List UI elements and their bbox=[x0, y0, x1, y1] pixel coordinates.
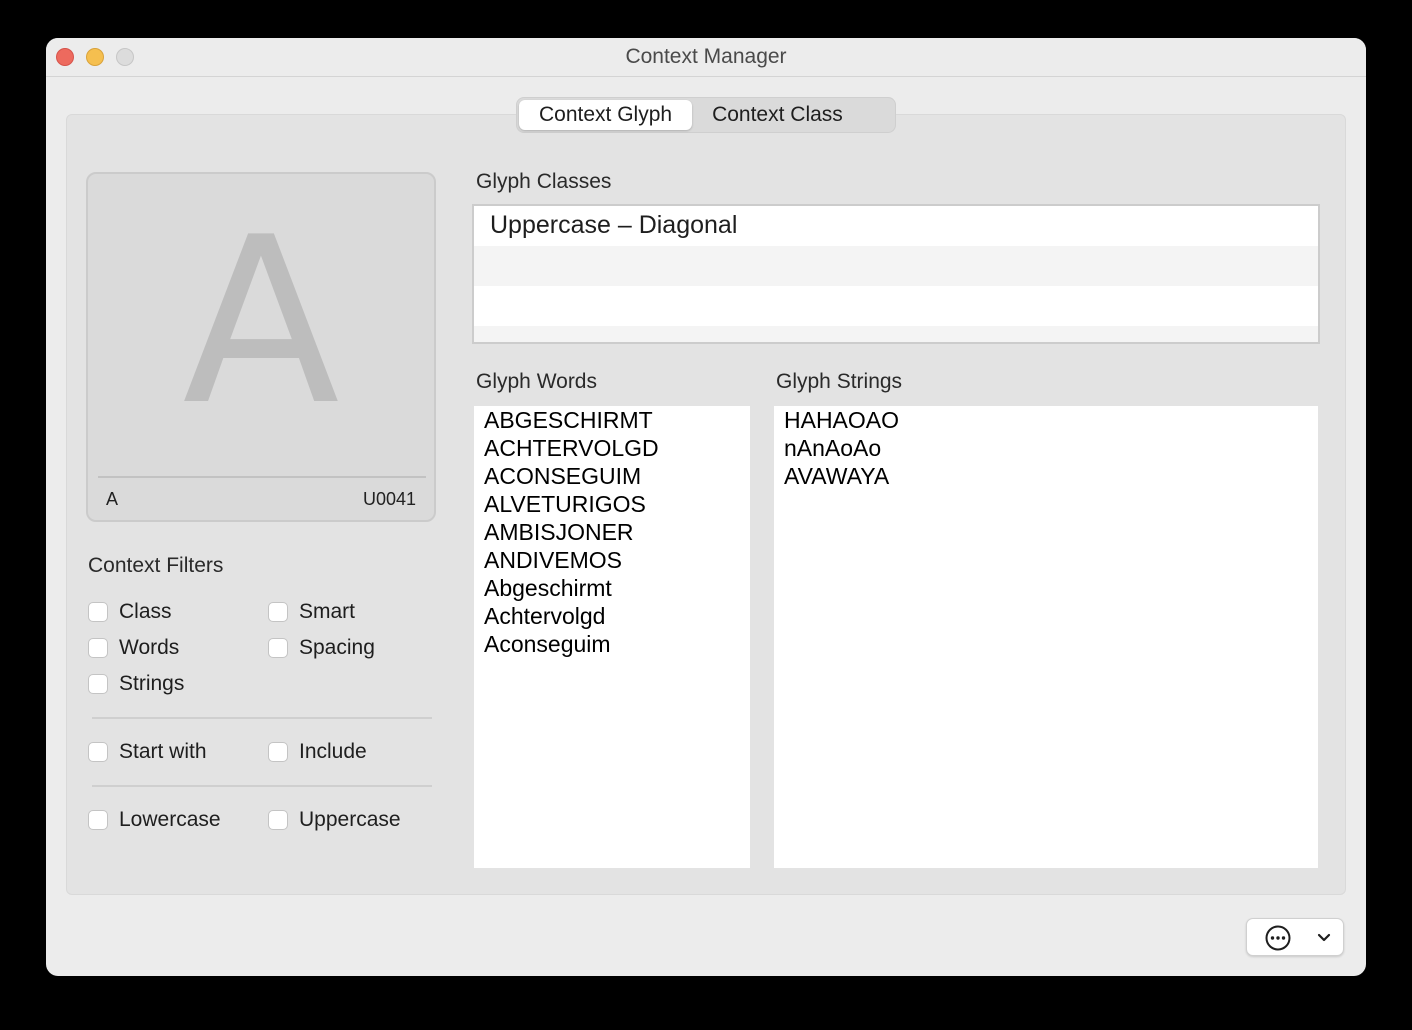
window-title: Context Manager bbox=[625, 45, 787, 68]
empty-list-row bbox=[474, 286, 1318, 326]
filters-divider-1 bbox=[92, 717, 432, 719]
filter-smart[interactable]: Smart bbox=[268, 600, 355, 624]
filter-spacing[interactable]: Spacing bbox=[268, 636, 375, 660]
smart-checkbox[interactable] bbox=[268, 602, 288, 622]
list-item[interactable]: HAHAOAO bbox=[774, 406, 1318, 434]
list-item[interactable]: Uppercase – Diagonal bbox=[474, 206, 1318, 246]
glyph-preview-card: A A U0041 bbox=[86, 172, 436, 522]
strings-label: Strings bbox=[119, 672, 185, 695]
list-item[interactable]: Achtervolgd bbox=[474, 602, 750, 630]
context-manager-window: Context Manager Context Glyph Context Cl… bbox=[46, 38, 1366, 976]
uppercase-label: Uppercase bbox=[299, 808, 401, 831]
list-item[interactable]: AMBISJONER bbox=[474, 518, 750, 546]
class-label: Class bbox=[119, 600, 172, 623]
action-button-graphic bbox=[1265, 925, 1331, 951]
strings-checkbox[interactable] bbox=[88, 674, 108, 694]
filters-divider-2 bbox=[92, 785, 432, 787]
list-item[interactable]: nAnAoAo bbox=[774, 434, 1318, 462]
list-item[interactable]: ACHTERVOLGD bbox=[474, 434, 750, 462]
start-with-checkbox[interactable] bbox=[88, 742, 108, 762]
filter-strings[interactable]: Strings bbox=[88, 672, 184, 696]
tab-bar: Context Glyph Context Class bbox=[516, 97, 896, 133]
empty-list-row bbox=[474, 246, 1318, 286]
spacing-label: Spacing bbox=[299, 636, 375, 659]
smart-label: Smart bbox=[299, 600, 356, 623]
list-item[interactable]: Aconseguim bbox=[474, 630, 750, 658]
empty-list-row bbox=[474, 326, 1318, 342]
include-label: Include bbox=[299, 740, 367, 763]
glyph-name: A bbox=[106, 489, 119, 509]
tab-context-class[interactable]: Context Class bbox=[692, 100, 863, 130]
lowercase-checkbox[interactable] bbox=[88, 810, 108, 830]
title-bar: Context Manager bbox=[46, 38, 1366, 77]
filter-start-with[interactable]: Start with bbox=[88, 740, 207, 764]
spacing-checkbox[interactable] bbox=[268, 638, 288, 658]
action-menu-button[interactable] bbox=[1246, 918, 1344, 956]
glyph-card-divider bbox=[98, 476, 426, 478]
list-item[interactable]: ANDIVEMOS bbox=[474, 546, 750, 574]
context-filters-title: Context Filters bbox=[88, 554, 224, 577]
filter-lowercase[interactable]: Lowercase bbox=[88, 808, 221, 832]
lowercase-label: Lowercase bbox=[119, 808, 221, 831]
glyph-classes-title: Glyph Classes bbox=[476, 170, 612, 193]
include-checkbox[interactable] bbox=[268, 742, 288, 762]
glyph-preview-character: A bbox=[182, 189, 340, 456]
filter-include[interactable]: Include bbox=[268, 740, 367, 764]
chevron-down-icon bbox=[1317, 933, 1331, 942]
uppercase-checkbox[interactable] bbox=[268, 810, 288, 830]
class-checkbox[interactable] bbox=[88, 602, 108, 622]
list-item[interactable]: ACONSEGUIM bbox=[474, 462, 750, 490]
filter-uppercase[interactable]: Uppercase bbox=[268, 808, 401, 832]
start-with-label: Start with bbox=[119, 740, 207, 763]
words-checkbox[interactable] bbox=[88, 638, 108, 658]
glyph-words-list[interactable]: ABGESCHIRMT ACHTERVOLGD ACONSEGUIM ALVET… bbox=[474, 406, 750, 868]
glyph-strings-list[interactable]: HAHAOAO nAnAoAo AVAWAYA bbox=[774, 406, 1318, 868]
words-label: Words bbox=[119, 636, 180, 659]
glyph-strings-title: Glyph Strings bbox=[776, 370, 903, 393]
filter-words[interactable]: Words bbox=[88, 636, 179, 660]
glyph-unicode: U0041 bbox=[362, 489, 416, 509]
list-item[interactable]: ALVETURIGOS bbox=[474, 490, 750, 518]
list-item[interactable]: AVAWAYA bbox=[774, 462, 1318, 490]
ellipsis-circle-icon bbox=[1265, 925, 1291, 951]
filter-class[interactable]: Class bbox=[88, 600, 172, 624]
glyph-classes-list[interactable]: Uppercase – Diagonal bbox=[472, 204, 1320, 344]
glyph-words-title: Glyph Words bbox=[476, 370, 597, 393]
list-item[interactable]: Abgeschirmt bbox=[474, 574, 750, 602]
tab-context-glyph[interactable]: Context Glyph bbox=[519, 100, 693, 130]
list-item[interactable]: ABGESCHIRMT bbox=[474, 406, 750, 434]
